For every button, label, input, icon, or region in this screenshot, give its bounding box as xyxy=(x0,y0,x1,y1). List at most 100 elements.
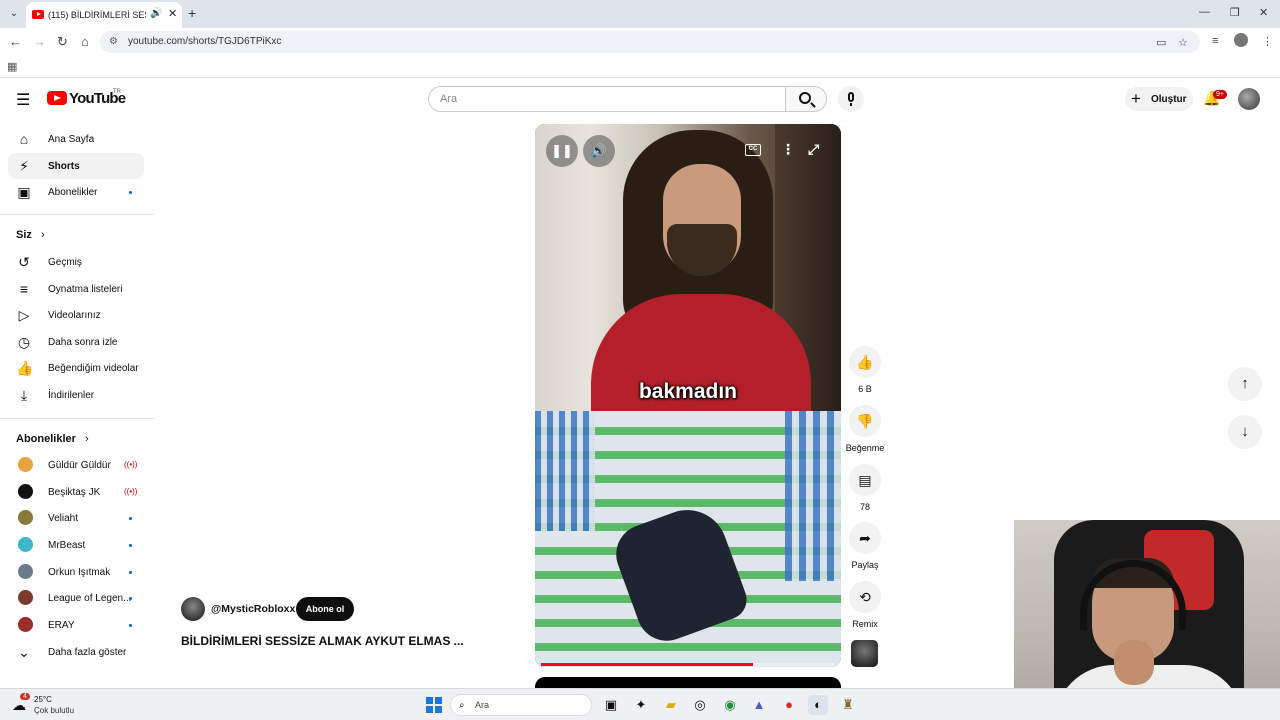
search-input[interactable] xyxy=(428,86,786,112)
your-videos-icon: ▷ xyxy=(18,307,30,323)
game-app-icon[interactable]: ♜ xyxy=(838,695,858,715)
live-icon: ((•)) xyxy=(124,460,138,469)
weather-description[interactable]: Çok bulutlu xyxy=(34,706,74,715)
sound-thumbnail[interactable] xyxy=(851,640,878,667)
address-bar[interactable]: ⚙ youtube.com/shorts/TGJD6TPiKxc ▭ ☆ xyxy=(100,31,1200,53)
volume-button[interactable]: 🔊 xyxy=(583,135,615,167)
forward-icon[interactable]: → xyxy=(33,34,46,49)
subscriptions-section-heading[interactable]: Abonelikler › xyxy=(16,433,89,445)
app-icon[interactable]: ◎ xyxy=(690,695,710,715)
sidebar-item-home[interactable]: ⌂ Ana Sayfa xyxy=(8,126,144,152)
apps-grid-icon[interactable]: ▦ xyxy=(7,60,17,73)
you-section-heading[interactable]: Siz › xyxy=(16,229,45,241)
home-button-icon[interactable]: ⌂ xyxy=(81,34,89,49)
start-button[interactable] xyxy=(426,697,442,713)
sidebar-item-watch-later[interactable]: ◷ Daha sonra izle xyxy=(8,329,144,355)
taskbar-search[interactable]: ⌕ Ara xyxy=(450,694,592,716)
sidebar-channel-mrbeast[interactable]: MrBeast xyxy=(8,532,144,558)
media-control-icon[interactable]: ≡ xyxy=(1212,35,1218,47)
site-info-icon[interactable]: ⚙ xyxy=(109,36,118,47)
task-view-icon[interactable]: ▣ xyxy=(601,695,621,715)
youtube-logo-icon[interactable] xyxy=(47,91,67,105)
bookmark-star-icon[interactable]: ☆ xyxy=(1178,36,1188,49)
subscribe-button[interactable]: Abone ol xyxy=(296,597,354,621)
restore-icon[interactable]: ❐ xyxy=(1230,6,1240,19)
tab-search-icon[interactable]: ⌄ xyxy=(6,6,22,22)
dislike-button[interactable]: 👎 Beğenme xyxy=(840,405,890,453)
next-short-button[interactable]: ↓ xyxy=(1228,415,1262,449)
new-tab-icon[interactable]: + xyxy=(188,5,196,21)
youtube-favicon-icon xyxy=(32,10,44,19)
minimize-icon[interactable]: — xyxy=(1199,6,1210,18)
active-app-icon[interactable]: ◐ xyxy=(808,695,828,715)
reload-icon[interactable]: ↻ xyxy=(57,34,68,50)
sidebar-channel-besiktas[interactable]: Beşiktaş JK ((•)) xyxy=(8,479,144,505)
subscriptions-icon: ▣ xyxy=(17,184,31,200)
search-icon xyxy=(799,92,811,104)
install-app-icon[interactable]: ▭ xyxy=(1156,36,1166,49)
shorts-video-player[interactable]: bakmadın ❚❚ 🔊 CC ⋮ ⤢ xyxy=(535,124,841,667)
browser-menu-icon[interactable]: ⋮ xyxy=(1262,35,1273,48)
chevron-down-icon: ⌄ xyxy=(18,644,30,660)
arrow-down-icon: ↓ xyxy=(1241,423,1249,440)
search-button[interactable] xyxy=(785,86,827,112)
copilot-icon[interactable]: ✦ xyxy=(631,695,651,715)
downloads-icon: ⤓ xyxy=(20,387,28,403)
thumbs-down-icon: 👎 xyxy=(849,405,881,437)
sidebar-item-subscriptions[interactable]: ▣ Abonelikler xyxy=(8,179,144,205)
watch-later-icon: ◷ xyxy=(17,334,31,350)
fullscreen-icon[interactable]: ⤢ xyxy=(808,141,819,158)
plus-icon: + xyxy=(1131,89,1141,108)
create-button[interactable]: + Oluştur xyxy=(1125,87,1193,111)
channel-avatar xyxy=(18,484,33,499)
sidebar-item-playlists[interactable]: ≡ Oynatma listeleri xyxy=(8,276,144,302)
browser-tab[interactable]: (115) BİLDİRİMLERİ SESSİZE ALMAK AYKUT E… xyxy=(26,2,182,28)
share-button[interactable]: ➦ Paylaş xyxy=(840,522,890,570)
voice-search-button[interactable] xyxy=(838,86,864,112)
history-icon: ↺ xyxy=(18,254,30,270)
sidebar-channel-orkun[interactable]: Orkun Işıtmak xyxy=(8,559,144,585)
sidebar-item-downloads[interactable]: ⤓ İndirilenler xyxy=(8,382,144,408)
file-explorer-icon[interactable]: ▰ xyxy=(661,695,681,715)
previous-short-button[interactable]: ↑ xyxy=(1228,367,1262,401)
show-more-button[interactable]: ⌄ Daha fazla göster xyxy=(8,639,144,665)
more-options-icon[interactable]: ⋮ xyxy=(781,141,795,158)
captions-icon[interactable]: CC xyxy=(745,144,761,156)
weather-temperature[interactable]: 25°C xyxy=(34,695,52,704)
app-red-icon[interactable]: ● xyxy=(779,695,799,715)
sidebar-channel-guldur-guldur[interactable]: Güldür Güldür ((•)) xyxy=(8,452,144,478)
new-content-dot xyxy=(129,624,132,627)
tab-title: (115) BİLDİRİMLERİ SESSİZE ALMAK AYKUT E… xyxy=(48,10,146,20)
search-box xyxy=(428,86,828,112)
account-avatar[interactable] xyxy=(1238,88,1260,110)
audio-playing-icon[interactable]: 🔊 xyxy=(150,8,162,19)
close-tab-icon[interactable]: ✕ xyxy=(168,7,177,20)
teams-icon[interactable]: ▲ xyxy=(749,695,769,715)
back-icon[interactable]: ← xyxy=(9,34,22,49)
pause-button[interactable]: ❚❚ xyxy=(546,135,578,167)
video-progress-bar[interactable] xyxy=(541,663,835,666)
search-icon: ⌕ xyxy=(459,700,465,711)
sidebar-item-shorts[interactable]: ⚡ Shorts xyxy=(8,153,144,179)
microphone-icon xyxy=(848,92,854,102)
close-window-icon[interactable]: ✕ xyxy=(1259,6,1268,19)
sidebar-item-liked-videos[interactable]: 👍 Beğendiğim videolar xyxy=(8,355,144,381)
url-text[interactable]: youtube.com/shorts/TGJD6TPiKxc xyxy=(128,36,281,47)
short-title[interactable]: BİLDİRİMLERİ SESSİZE ALMAK AYKUT ELMAS .… xyxy=(181,634,481,648)
sidebar-channel-lol[interactable]: League of Legen... xyxy=(8,585,144,611)
comment-count: 78 xyxy=(859,502,870,512)
sidebar-channel-veliaht[interactable]: Veliaht xyxy=(8,505,144,531)
share-icon: ➦ xyxy=(849,522,881,554)
comments-button[interactable]: ▤ 78 xyxy=(848,464,882,512)
hamburger-menu-icon[interactable]: ☰ xyxy=(16,90,30,110)
sidebar-item-history[interactable]: ↺ Geçmiş xyxy=(8,249,144,275)
chrome-icon[interactable]: ◉ xyxy=(720,695,740,715)
remix-button[interactable]: ⟲ Remix xyxy=(840,581,890,629)
profile-icon[interactable] xyxy=(1234,33,1248,47)
chevron-right-icon: › xyxy=(40,229,45,241)
channel-avatar[interactable] xyxy=(181,597,205,621)
sidebar-channel-eray[interactable]: ERAY xyxy=(8,612,144,638)
sidebar-item-your-videos[interactable]: ▷ Videolarınız xyxy=(8,302,144,328)
like-button[interactable]: 👍 6 B xyxy=(848,346,882,394)
channel-name[interactable]: @MysticRobloxx xyxy=(211,603,295,615)
